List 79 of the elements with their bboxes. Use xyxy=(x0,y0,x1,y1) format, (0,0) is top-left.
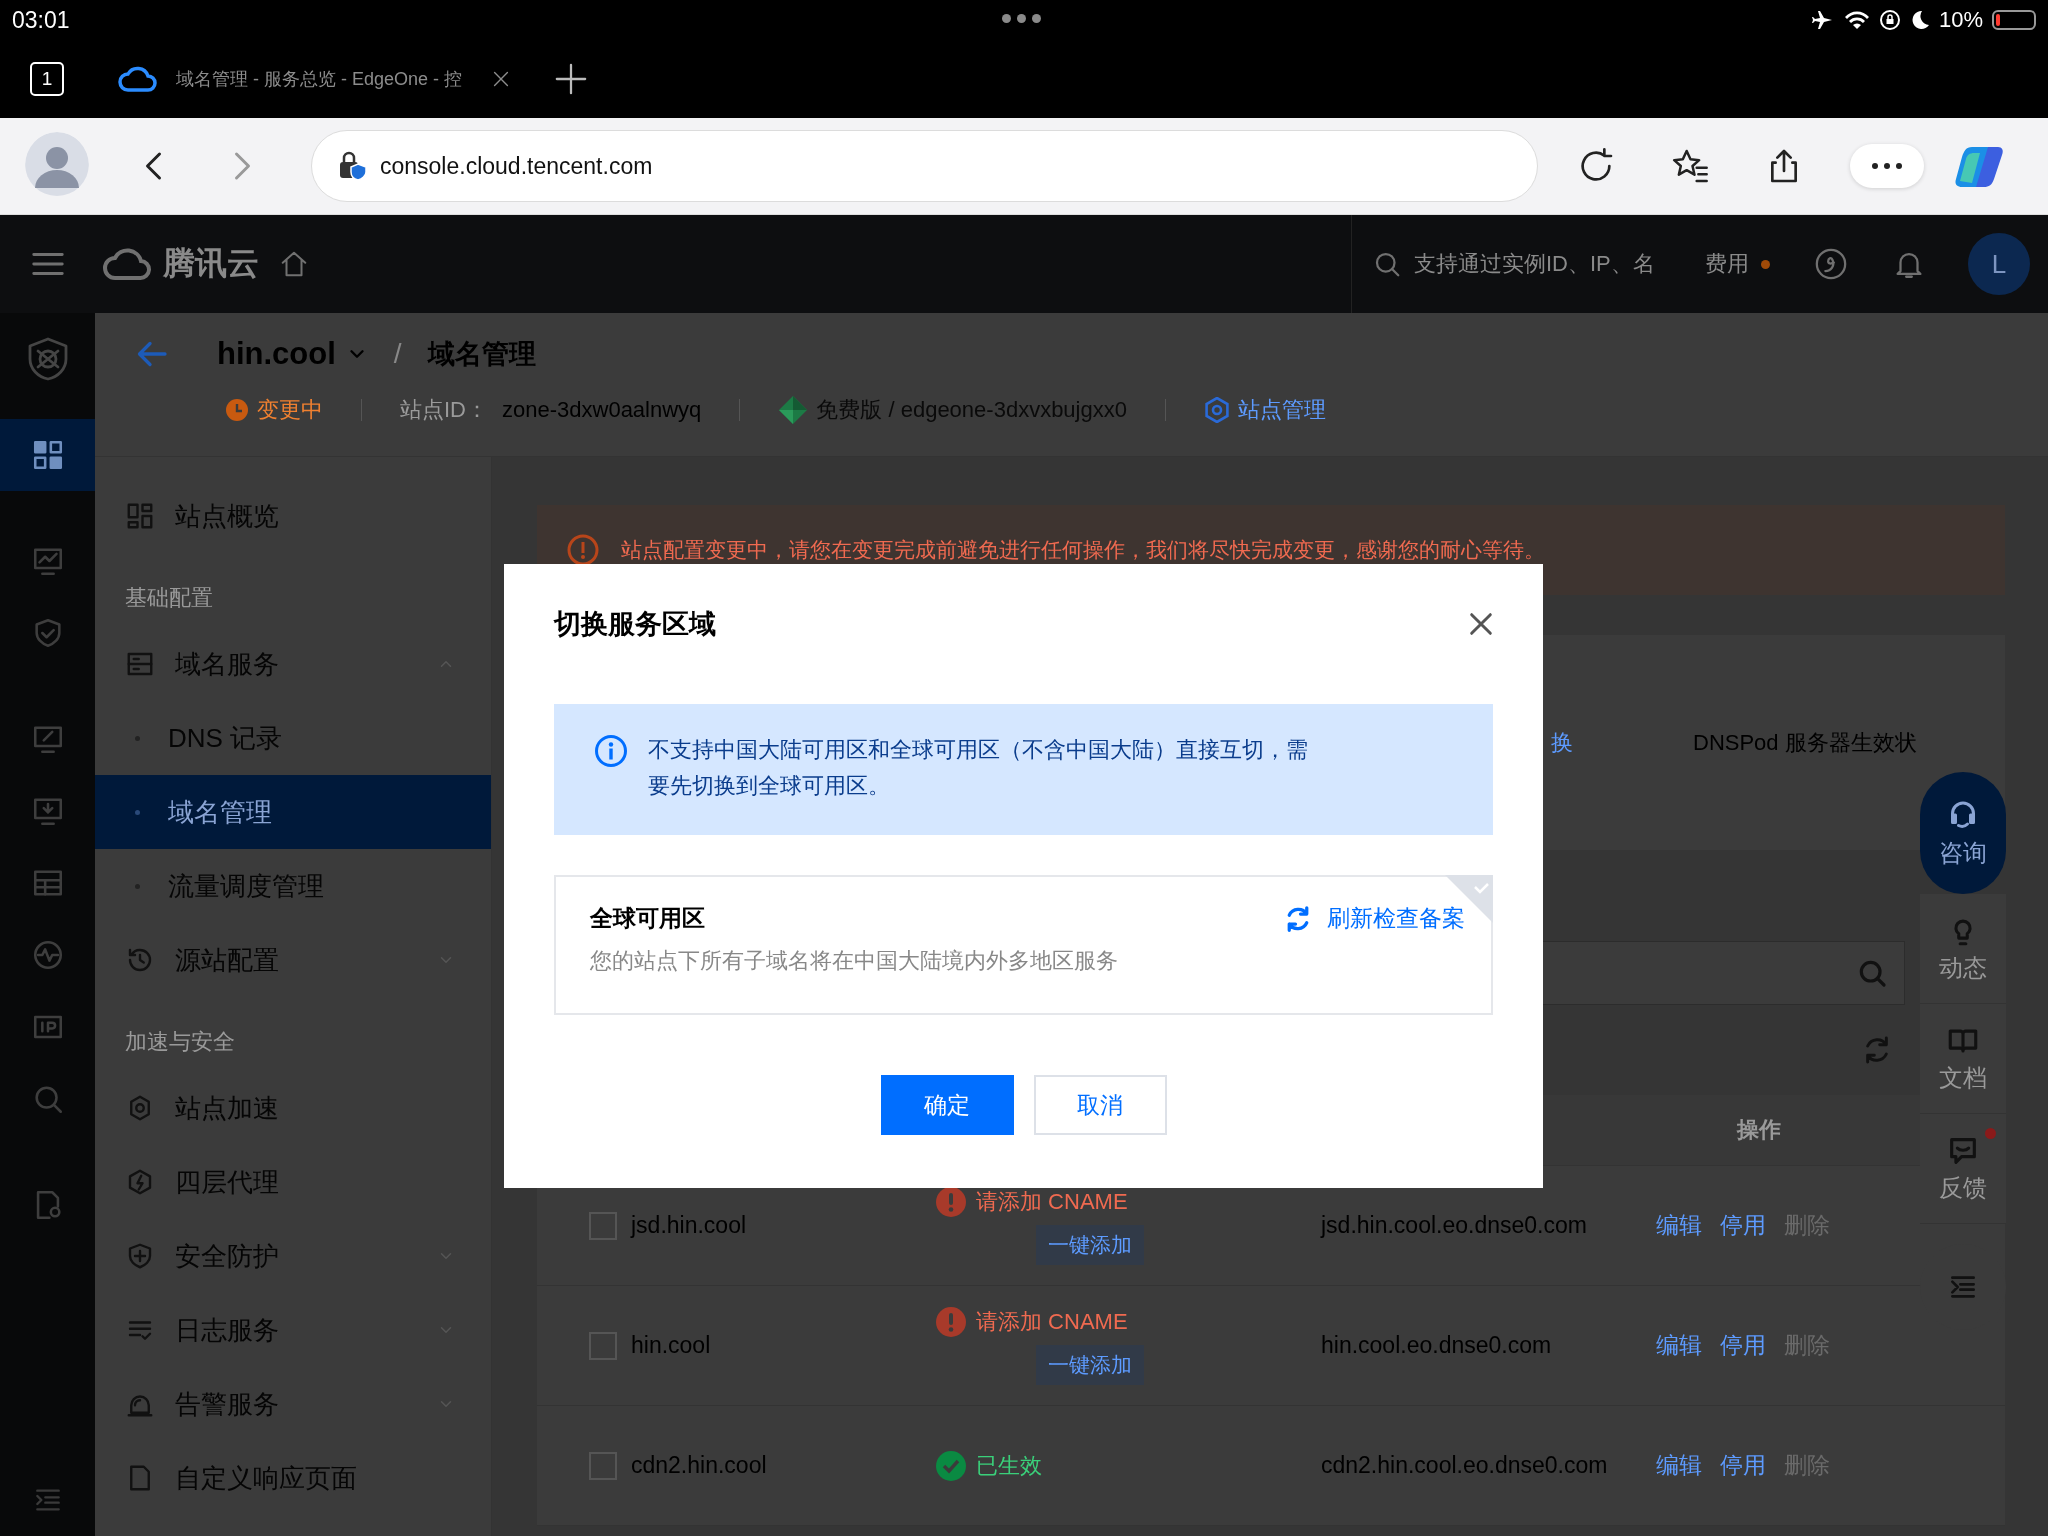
site-id: zone-3dxw0aalnwyq xyxy=(502,397,702,423)
quick-add-button[interactable]: 一键添加 xyxy=(1036,1344,1144,1385)
section-heading: 加速与安全 xyxy=(124,1028,236,1056)
side-tool-button[interactable]: 反馈 xyxy=(1920,1114,2006,1224)
action-link[interactable]: 编辑 xyxy=(1656,1210,1702,1241)
status-text: 已生效 xyxy=(976,1451,1042,1480)
dialog-title: 切换服务区域 xyxy=(554,608,716,641)
home-icon[interactable] xyxy=(279,249,309,279)
confirm-button[interactable]: 确定 xyxy=(880,1075,1014,1135)
page-title: 域名管理 xyxy=(427,338,536,371)
action-link[interactable]: 编辑 xyxy=(1656,1330,1702,1361)
error-icon xyxy=(936,1186,966,1217)
gear-icon xyxy=(1203,397,1230,423)
battery-icon xyxy=(1992,10,2036,30)
region-option[interactable]: 全球可用区 刷新检查备案 您的站点下所有子域名将在中国大陆境内外多地区服务 xyxy=(554,875,1493,1015)
info-icon xyxy=(594,734,628,768)
action-link[interactable]: 停用 xyxy=(1720,1330,1766,1361)
status-text: 请添加 CNAME xyxy=(976,1187,1128,1216)
warning-text: 站点配置变更中，请您在变更完成前避免进行任何操作，我们将尽快完成变更，感谢您的耐心等待。 xyxy=(621,537,1545,563)
domain-cell-text: jsd.hin.cool xyxy=(631,1212,748,1239)
quick-add-button[interactable]: 一键添加 xyxy=(1036,1224,1144,1265)
clock-icon xyxy=(225,398,249,422)
wifi-icon xyxy=(1843,9,1870,31)
clock-time: 03:01 xyxy=(12,6,70,34)
tab-title: 域名管理 - 服务总览 - EdgeOne - 控 xyxy=(176,68,463,91)
dns-status-label: DNSPod 服务器生效状 xyxy=(1693,728,1917,757)
bullet-icon xyxy=(135,809,140,815)
more-button[interactable] xyxy=(1850,144,1924,188)
cname-cell-text: hin.cool.eo.dnse0.com xyxy=(1321,1332,1553,1359)
bullet-icon xyxy=(135,883,140,889)
site-manage-link[interactable]: 站点管理 xyxy=(1237,395,1326,425)
grid-icon xyxy=(125,501,155,531)
action-link[interactable]: 停用 xyxy=(1720,1210,1766,1241)
cloud-icon xyxy=(118,66,158,92)
row-checkbox[interactable] xyxy=(589,1451,617,1480)
browser-tab[interactable]: 域名管理 - 服务总览 - EdgeOne - 控 xyxy=(118,66,513,92)
column-header: 操作 xyxy=(1737,1116,1781,1144)
lock-shield-icon xyxy=(338,150,368,182)
tab-count-button[interactable]: 1 xyxy=(30,62,64,96)
info-text: 不支持中国大陆可用区和全球可用区（不含中国大陆）直接互切，需要先切换到全球可用区。 xyxy=(648,736,1309,800)
switch-link[interactable]: 换 xyxy=(1551,727,1573,758)
grid-icon[interactable] xyxy=(0,419,95,491)
side-tool-button[interactable]: 文档 xyxy=(1920,1004,2006,1114)
address-field[interactable]: console.cloud.tencent.com xyxy=(311,130,1538,202)
bullet-icon xyxy=(135,735,140,741)
sidebar-subitem[interactable]: 域名管理 xyxy=(95,775,491,849)
option-description: 您的站点下所有子域名将在中国大陆境内外多地区服务 xyxy=(590,947,1119,975)
notification-dot xyxy=(1761,259,1770,269)
user-avatar[interactable]: L xyxy=(1968,233,2030,295)
diamond-icon xyxy=(778,395,809,425)
status-text: 请添加 CNAME xyxy=(976,1307,1128,1336)
billing-link[interactable]: 费用 xyxy=(1705,249,1749,279)
row-checkbox[interactable] xyxy=(589,1211,617,1240)
warning-icon xyxy=(567,534,599,566)
action-link[interactable]: 停用 xyxy=(1720,1450,1766,1481)
cname-cell-text: cdn2.hin.cool.eo.dnse0.com xyxy=(1321,1452,1609,1479)
multitask-dots-icon[interactable] xyxy=(1002,14,1041,23)
search-field[interactable]: 支持通过实例ID、IP、名 xyxy=(1414,251,1674,277)
url-text: console.cloud.tencent.com xyxy=(380,152,653,180)
swirl-icon[interactable] xyxy=(1814,247,1848,281)
breadcrumb-separator: / xyxy=(393,338,402,370)
check-circle-icon xyxy=(936,1450,966,1481)
section-heading: 基础配置 xyxy=(124,584,214,612)
site-id-label: 站点ID： xyxy=(400,396,488,424)
error-icon xyxy=(936,1306,966,1337)
side-tool-button[interactable]: 动态 xyxy=(1920,894,2006,1004)
new-tab-icon[interactable] xyxy=(554,62,589,96)
cancel-button[interactable]: 取消 xyxy=(1033,1075,1167,1135)
row-checkbox[interactable] xyxy=(589,1331,617,1360)
action-link[interactable]: 编辑 xyxy=(1656,1450,1702,1481)
domain-cell-text: cdn2.hin.cool xyxy=(631,1452,768,1479)
option-title: 全球可用区 xyxy=(590,904,705,933)
status-text: 变更中 xyxy=(257,396,323,424)
domain-cell-text: hin.cool xyxy=(631,1332,712,1359)
brand-name[interactable]: 腾讯云 xyxy=(163,242,259,286)
cname-cell-text: jsd.hin.cool.eo.dnse0.com xyxy=(1321,1212,1588,1239)
battery-percent: 10% xyxy=(1938,7,1983,33)
rotation-lock-icon xyxy=(1878,9,1901,31)
refresh-check-link[interactable]: 刷新检查备案 xyxy=(1283,903,1465,934)
